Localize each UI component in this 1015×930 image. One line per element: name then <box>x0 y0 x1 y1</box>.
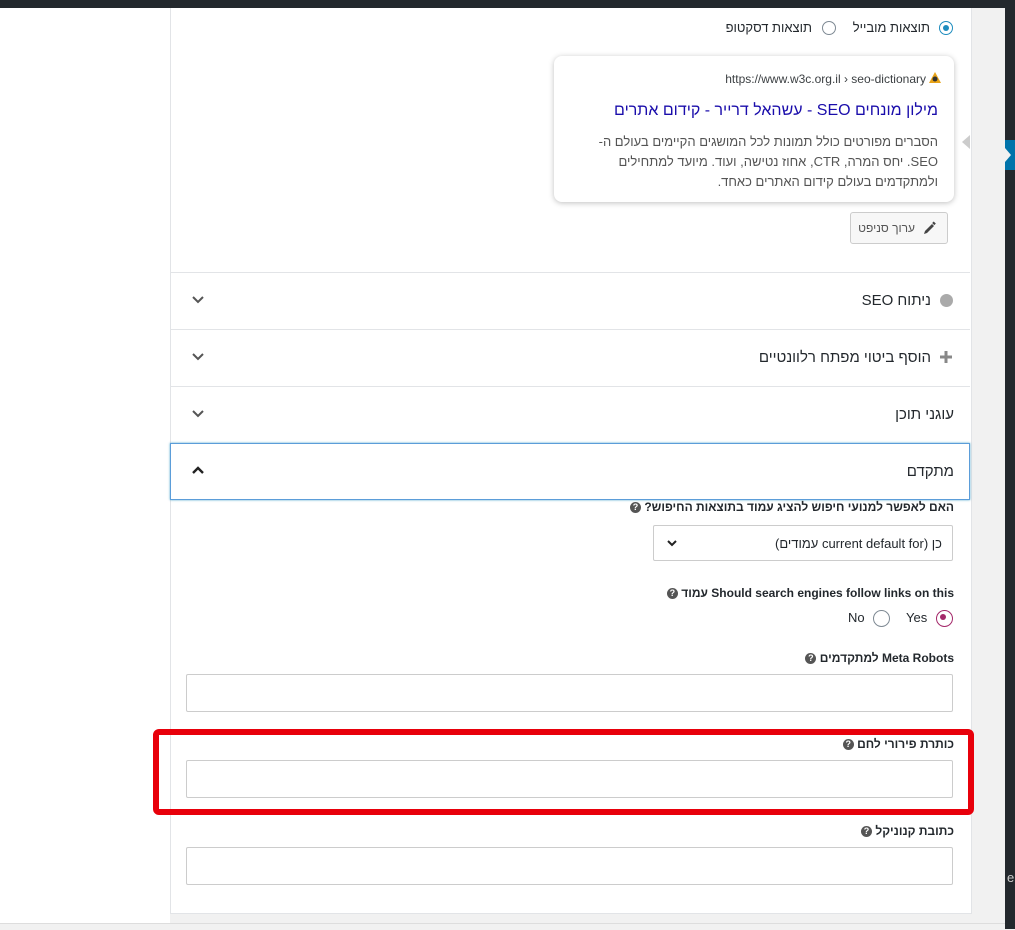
red-highlight-box <box>153 729 974 815</box>
desktop-preview-label[interactable]: תוצאות דסקטופ <box>726 20 812 35</box>
meta-robots-label: Meta Robots למתקדמים ? <box>801 651 954 665</box>
edit-snippet-label: ערוך סניפט <box>858 221 915 235</box>
follow-no-radio[interactable] <box>873 610 890 627</box>
help-icon[interactable]: ? <box>861 826 872 838</box>
allow-search-value: כן (current default for עמודים) <box>774 536 942 551</box>
follow-yes-label[interactable]: Yes <box>906 610 927 625</box>
snippet-url: https://www.w3c.org.il › seo-dictionary <box>725 72 926 86</box>
chevron-down-icon[interactable] <box>190 349 206 365</box>
chevron-up-icon[interactable] <box>190 462 206 478</box>
divider <box>170 272 970 273</box>
right-gutter <box>971 8 1005 929</box>
top-bar <box>0 0 1015 8</box>
allow-search-text: האם לאפשר למנועי חיפוש להציג עמוד בתוצאו… <box>644 500 954 514</box>
pencil-icon <box>924 221 936 234</box>
seo-score-dot-icon <box>940 294 953 307</box>
chevron-down-icon[interactable] <box>190 292 206 308</box>
site-favicon-icon <box>929 72 941 83</box>
meta-robots-input[interactable] <box>186 674 953 712</box>
snippet-description: הסברים מפורטים כולל תמונות לכל המושגים ה… <box>598 134 938 189</box>
canonical-url-input[interactable] <box>186 847 953 885</box>
section-advanced-header[interactable] <box>170 443 970 500</box>
help-icon[interactable]: ? <box>666 588 678 600</box>
snippet-pointer-icon <box>962 135 970 149</box>
chevron-down-icon <box>667 540 677 547</box>
divider <box>170 386 970 387</box>
edit-snippet-button[interactable]: ערוך סניפט <box>850 212 948 244</box>
snippet-title[interactable]: מילון מונחים SEO - עשהאל דרייר - קידום א… <box>614 102 938 120</box>
section-add-keyphrase[interactable]: הוסף ביטוי מפתח רלוונטיים <box>759 349 931 366</box>
chevron-down-icon[interactable] <box>190 406 206 422</box>
mobile-preview-label[interactable]: תוצאות מובייל <box>853 20 930 35</box>
google-snippet-preview: https://www.w3c.org.il › seo-dictionary … <box>554 56 954 202</box>
mobile-preview-radio[interactable] <box>939 21 953 35</box>
help-icon[interactable]: ? <box>805 653 817 665</box>
left-pane <box>0 8 170 929</box>
follow-yes-radio[interactable] <box>936 610 953 627</box>
allow-search-label: האם לאפשר למנועי חיפוש להציג עמוד בתוצאו… <box>626 500 954 514</box>
right-admin-strip: e <box>1005 8 1015 929</box>
help-icon[interactable]: ? <box>630 502 641 514</box>
follow-links-text: Should search engines follow links on th… <box>681 586 954 600</box>
desktop-preview-radio[interactable] <box>822 21 836 35</box>
follow-links-label: Should search engines follow links on th… <box>663 586 954 600</box>
side-tab-arrow-icon <box>1005 148 1011 162</box>
meta-robots-text: Meta Robots למתקדמים <box>819 651 954 665</box>
section-seo-analysis[interactable]: ניתוח SEO <box>862 292 931 309</box>
allow-search-select[interactable]: כן (current default for עמודים) <box>653 525 953 561</box>
plus-icon <box>940 351 952 363</box>
divider <box>170 329 970 330</box>
section-cornerstone[interactable]: עוגני תוכן <box>895 406 954 423</box>
canonical-url-text: כתובת קנוניקל <box>875 824 954 838</box>
canonical-url-label: כתובת קנוניקל ? <box>857 824 954 838</box>
section-advanced[interactable]: מתקדם <box>907 463 954 480</box>
side-strip-text: e <box>1007 870 1015 885</box>
follow-no-label[interactable]: No <box>848 610 865 625</box>
